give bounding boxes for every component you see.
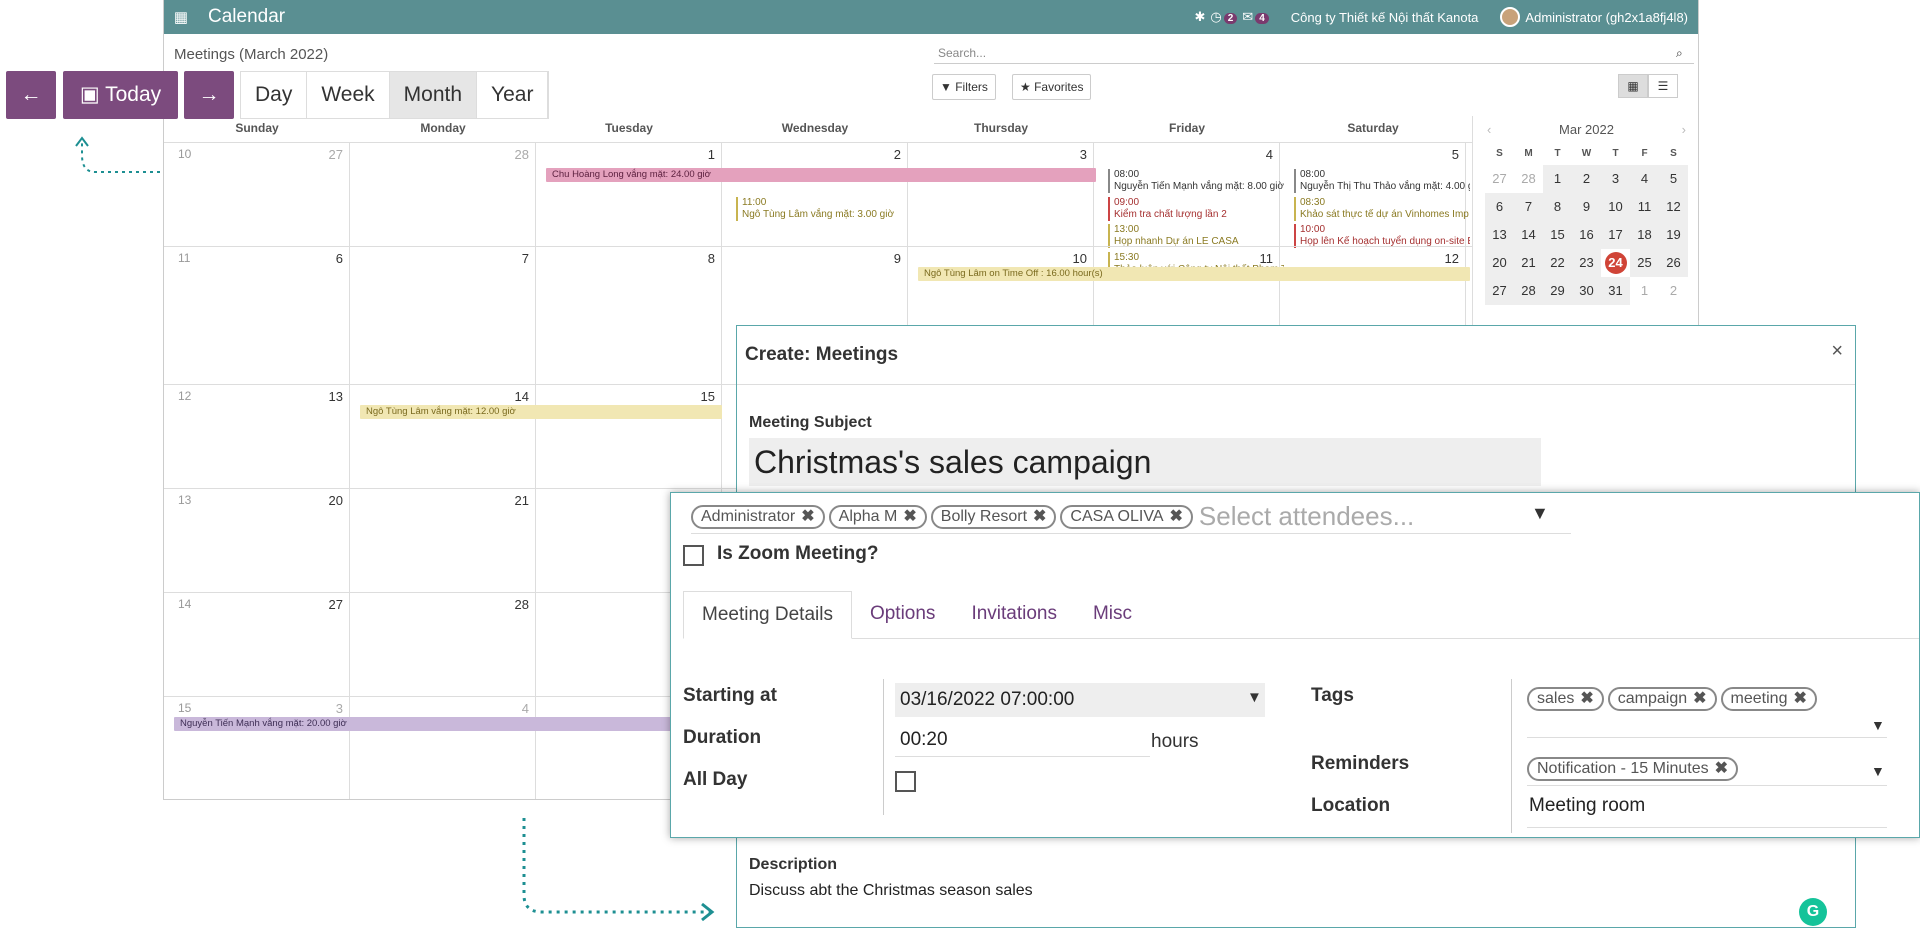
week-number: 15 — [178, 701, 192, 715]
week-number: 13 — [178, 493, 192, 507]
screenshot-stage: ▦ Calendar ✱ ◷ 2 ✉ 4 Công ty Thiết kế Nội … — [0, 0, 1920, 928]
week-number: 14 — [178, 597, 192, 611]
week-number: 10 — [178, 147, 192, 161]
annotation-arrow-path — [81, 140, 160, 173]
week-number: 12 — [178, 389, 192, 403]
week-number: 11 — [178, 251, 191, 265]
annotation-arrows — [75, 136, 715, 922]
annotation-arrow-path — [522, 818, 710, 914]
